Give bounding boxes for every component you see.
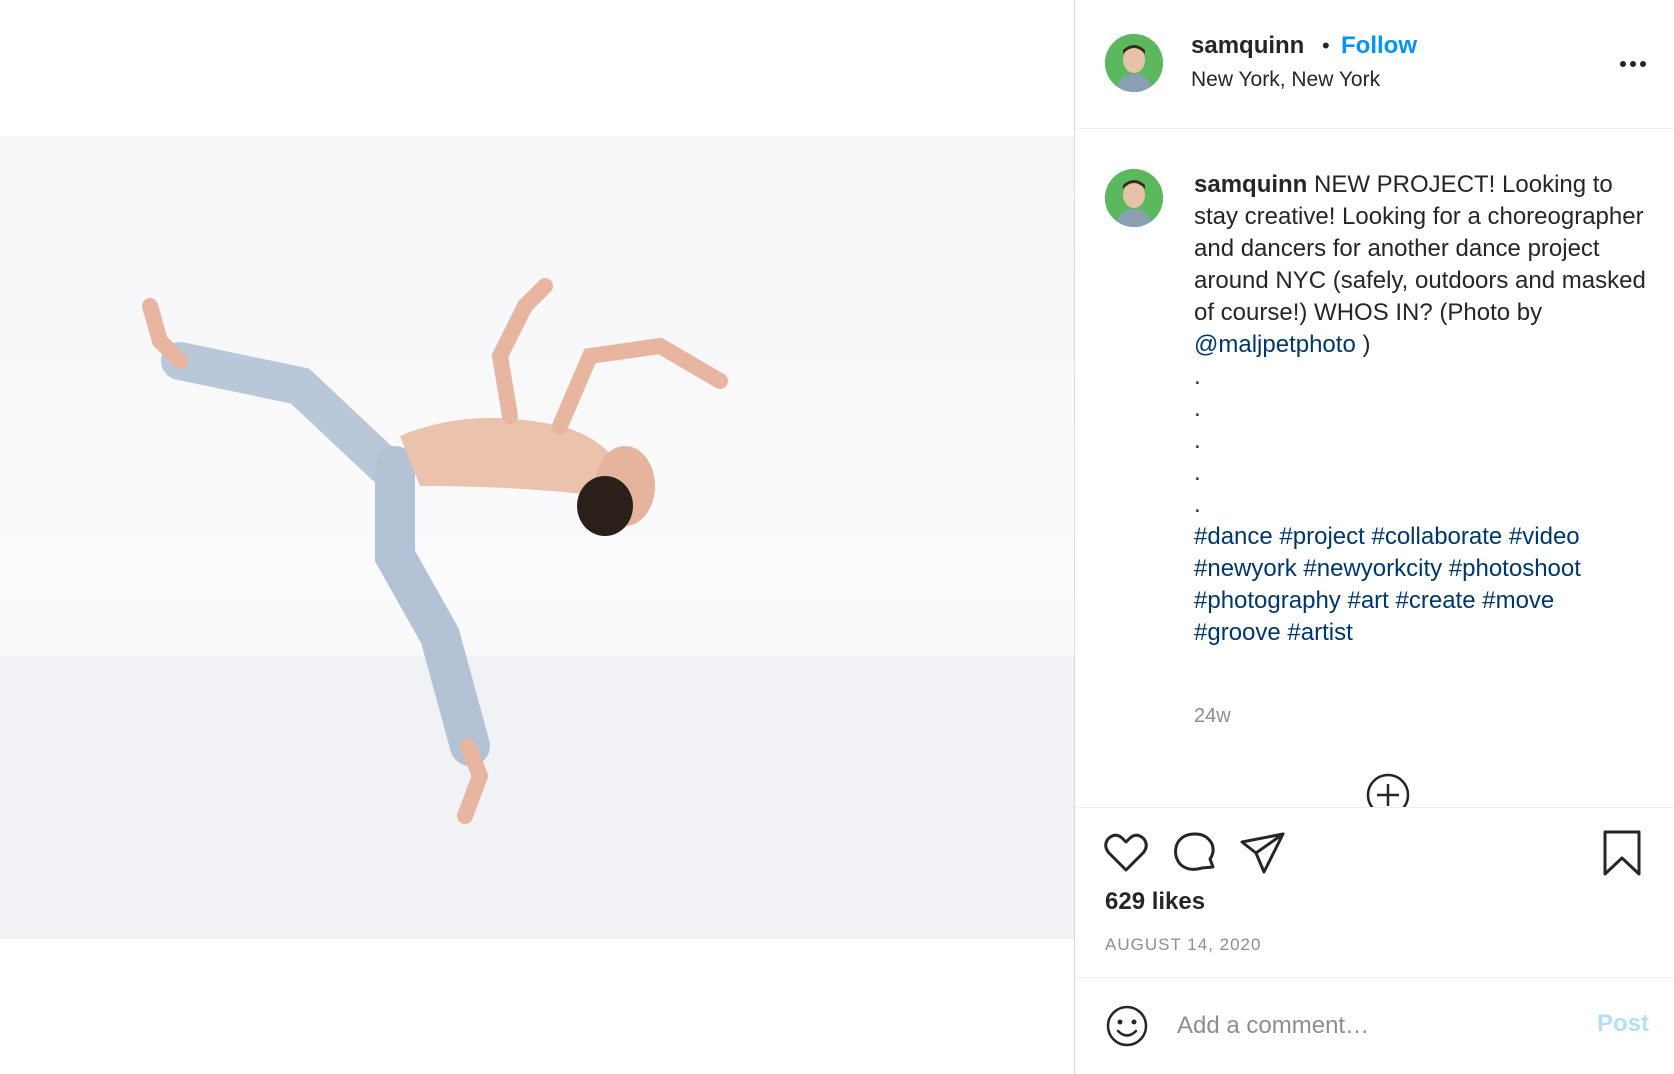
hashtag-list: #dance #project #collaborate #video #new…	[1194, 521, 1646, 649]
separator-dot: •	[1322, 33, 1330, 58]
dancer-left-arm	[491, 278, 553, 424]
more-horizontal-icon[interactable]	[1617, 52, 1649, 76]
avatar-image	[1105, 169, 1163, 227]
dancer-raised-leg	[161, 342, 404, 485]
hashtag-link[interactable]: #project	[1279, 523, 1364, 550]
hashtag-link[interactable]: #video	[1509, 523, 1580, 550]
heart-icon[interactable]	[1101, 828, 1151, 878]
dancer-raised-foot	[142, 298, 188, 369]
photo-floor	[0, 656, 1074, 939]
dancer-hair	[577, 476, 633, 536]
post-date[interactable]: AUGUST 14, 2020	[1105, 935, 1261, 955]
hashtag-link[interactable]: #dance	[1194, 523, 1273, 550]
avatar[interactable]	[1105, 34, 1163, 92]
dancer-illustration	[0, 278, 1074, 939]
hashtag-link[interactable]: #newyorkcity	[1303, 555, 1442, 582]
hashtag-link[interactable]: #newyork	[1194, 555, 1297, 582]
post-photo[interactable]	[0, 136, 1074, 939]
caption-avatar[interactable]	[1105, 169, 1163, 227]
hashtag-link[interactable]: #art	[1347, 587, 1388, 614]
post-comment-button[interactable]: Post	[1597, 1010, 1649, 1038]
caption-username[interactable]: samquinn	[1194, 171, 1307, 198]
emoji-icon[interactable]	[1105, 1004, 1149, 1048]
hashtag-link[interactable]: #photography	[1194, 587, 1341, 614]
avatar-image	[1105, 34, 1163, 92]
bookmark-icon[interactable]	[1597, 828, 1647, 878]
caption-dot: .	[1194, 395, 1201, 422]
share-icon[interactable]	[1238, 828, 1288, 878]
caption-dot: .	[1194, 427, 1201, 454]
hashtag-link[interactable]: #photoshoot	[1449, 555, 1581, 582]
caption-dot: .	[1194, 491, 1201, 518]
hashtag-link[interactable]: #groove	[1194, 619, 1281, 646]
header-username[interactable]: samquinn	[1191, 32, 1304, 60]
comment-icon[interactable]	[1170, 828, 1220, 878]
caption-dot: .	[1194, 459, 1201, 486]
likes-count[interactable]: 629 likes	[1105, 888, 1205, 916]
caption-area: samquinn NEW PROJECT! Looking to stay cr…	[1075, 129, 1674, 807]
post-header: samquinn • Follow New York, New York	[1075, 0, 1674, 129]
follow-button[interactable]: Follow	[1341, 32, 1417, 60]
mention-link[interactable]: @maljpetphoto	[1194, 331, 1356, 358]
caption: samquinn NEW PROJECT! Looking to stay cr…	[1194, 169, 1646, 649]
dancer-right-arm	[552, 337, 728, 434]
location-link[interactable]: New York, New York	[1191, 68, 1380, 92]
post-detail-panel: samquinn • Follow New York, New York sam…	[1074, 0, 1674, 1074]
post-media	[0, 0, 1074, 1074]
hashtag-link[interactable]: #create	[1396, 587, 1476, 614]
caption-dot: .	[1194, 363, 1201, 390]
load-more-comments-icon[interactable]	[1365, 772, 1411, 807]
hashtag-link[interactable]: #collaborate	[1371, 523, 1502, 550]
post-actions: 629 likes AUGUST 14, 2020	[1075, 807, 1674, 977]
hashtag-link[interactable]: #artist	[1287, 619, 1352, 646]
caption-text-suffix: )	[1355, 331, 1371, 358]
comment-bar: Post	[1075, 977, 1674, 1074]
hashtag-link[interactable]: #move	[1482, 587, 1554, 614]
post-age[interactable]: 24w	[1194, 705, 1231, 728]
comment-input[interactable]	[1175, 1002, 1559, 1050]
